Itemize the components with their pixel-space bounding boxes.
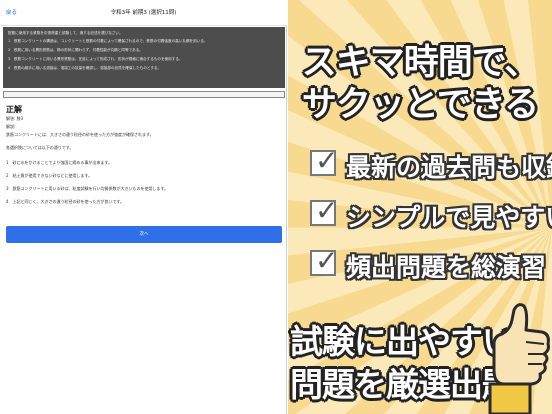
question-option[interactable]: 1 鉄筋コンクリートの構造は、コンクリートと鉄筋の付着によって確保されるので、鉄… — [8, 37, 280, 46]
answer-section: 正解 解答: 肢3 解説: 鉄筋コンクリートには、大きさの違う粒径の砂を使った方… — [6, 104, 282, 206]
check-icon: ✓ — [315, 144, 339, 177]
answer-line: 解答: 肢3 — [6, 116, 24, 121]
explanation-label: 解説: — [6, 124, 16, 129]
promo-tagline: 問題を厳選出題 — [290, 365, 515, 404]
next-button[interactable]: 次へ — [6, 226, 282, 243]
check-icon: ✓ — [315, 244, 339, 277]
promo-banner: スキマ時間で、 サクッとできる ✓ 最新の過去問も収録 ✓ シンプルで見やすい … — [288, 0, 552, 414]
checkbox-icon: ✓ — [310, 194, 338, 227]
promo-tagline: 試験に出やすい — [290, 322, 515, 361]
question-option[interactable]: 4 鉄筋の継手に用いる溶接は、溶接工の技量を確認し、溶接部の品質を確保したものと… — [8, 64, 280, 73]
feature-item: ✓ 頻出問題を総演習 — [310, 244, 550, 282]
divider-bar — [3, 91, 285, 98]
checkbox-icon: ✓ — [310, 244, 338, 277]
feature-item: ✓ シンプルで見やすい — [310, 194, 552, 232]
feature-text: 頻出問題を総演習 — [346, 253, 547, 282]
page-title: 令和3年 前期3 (選択11問) — [110, 10, 177, 16]
feature-text: 最新の過去問も収録 — [346, 153, 552, 182]
feature-item: ✓ 最新の過去問も収録 — [310, 144, 552, 182]
question-option[interactable]: 2 鉄筋に用いる異形鉄筋は、節の形状に関わらず、付着性能が丸鋼と同等である。 — [8, 46, 280, 55]
explanation-text: 鉄筋コンクリートには、大きさの違う粒径の砂を使った方が強度が確保されます。 — [6, 132, 154, 137]
explanation-point: 4 上記と同じく、大きさの違う粒径の砂を使った方が良いです。 — [6, 199, 125, 204]
question-panel: 配筋に使用する鉄筋を引張荷重と試験して、適する記述を選びなさい。 1 鉄筋コンク… — [3, 27, 285, 88]
explanation-point: 2 粘土質が使用できない砂などに使用します。 — [6, 173, 93, 178]
explanation-point: 1 砂に水をかけることでより強固に締める事が出来ます。 — [6, 160, 112, 165]
promo-headline: サクッとできる — [301, 85, 539, 125]
checkbox-icon: ✓ — [310, 144, 338, 177]
explanation-point: 3 鉄筋コンクリートに用いる砂は、粒度試験を行い均質係数が大きいものを使用します… — [6, 186, 169, 191]
app-screen: 戻る 令和3年 前期3 (選択11問) 配筋に使用する鉄筋を引張荷重と試験して、… — [0, 0, 287, 414]
answer-heading: 正解 — [6, 105, 22, 114]
check-icon: ✓ — [315, 194, 339, 227]
thumbs-up-hand-icon — [488, 303, 550, 414]
top-bar: 戻る 令和3年 前期3 (選択11問) — [0, 0, 287, 26]
question-stem: 配筋に使用する鉄筋を引張荷重と試験して、適する記述を選びなさい。 — [8, 31, 123, 35]
question-option[interactable]: 3 鉄筋コンクリートに用いる異形鉄筋は、圧延によって形成され、形状が規格に適合す… — [8, 55, 280, 64]
feature-text: シンプルで見やすい — [346, 203, 552, 232]
others-intro: 各選択肢については以下の通りです。 — [6, 145, 74, 150]
